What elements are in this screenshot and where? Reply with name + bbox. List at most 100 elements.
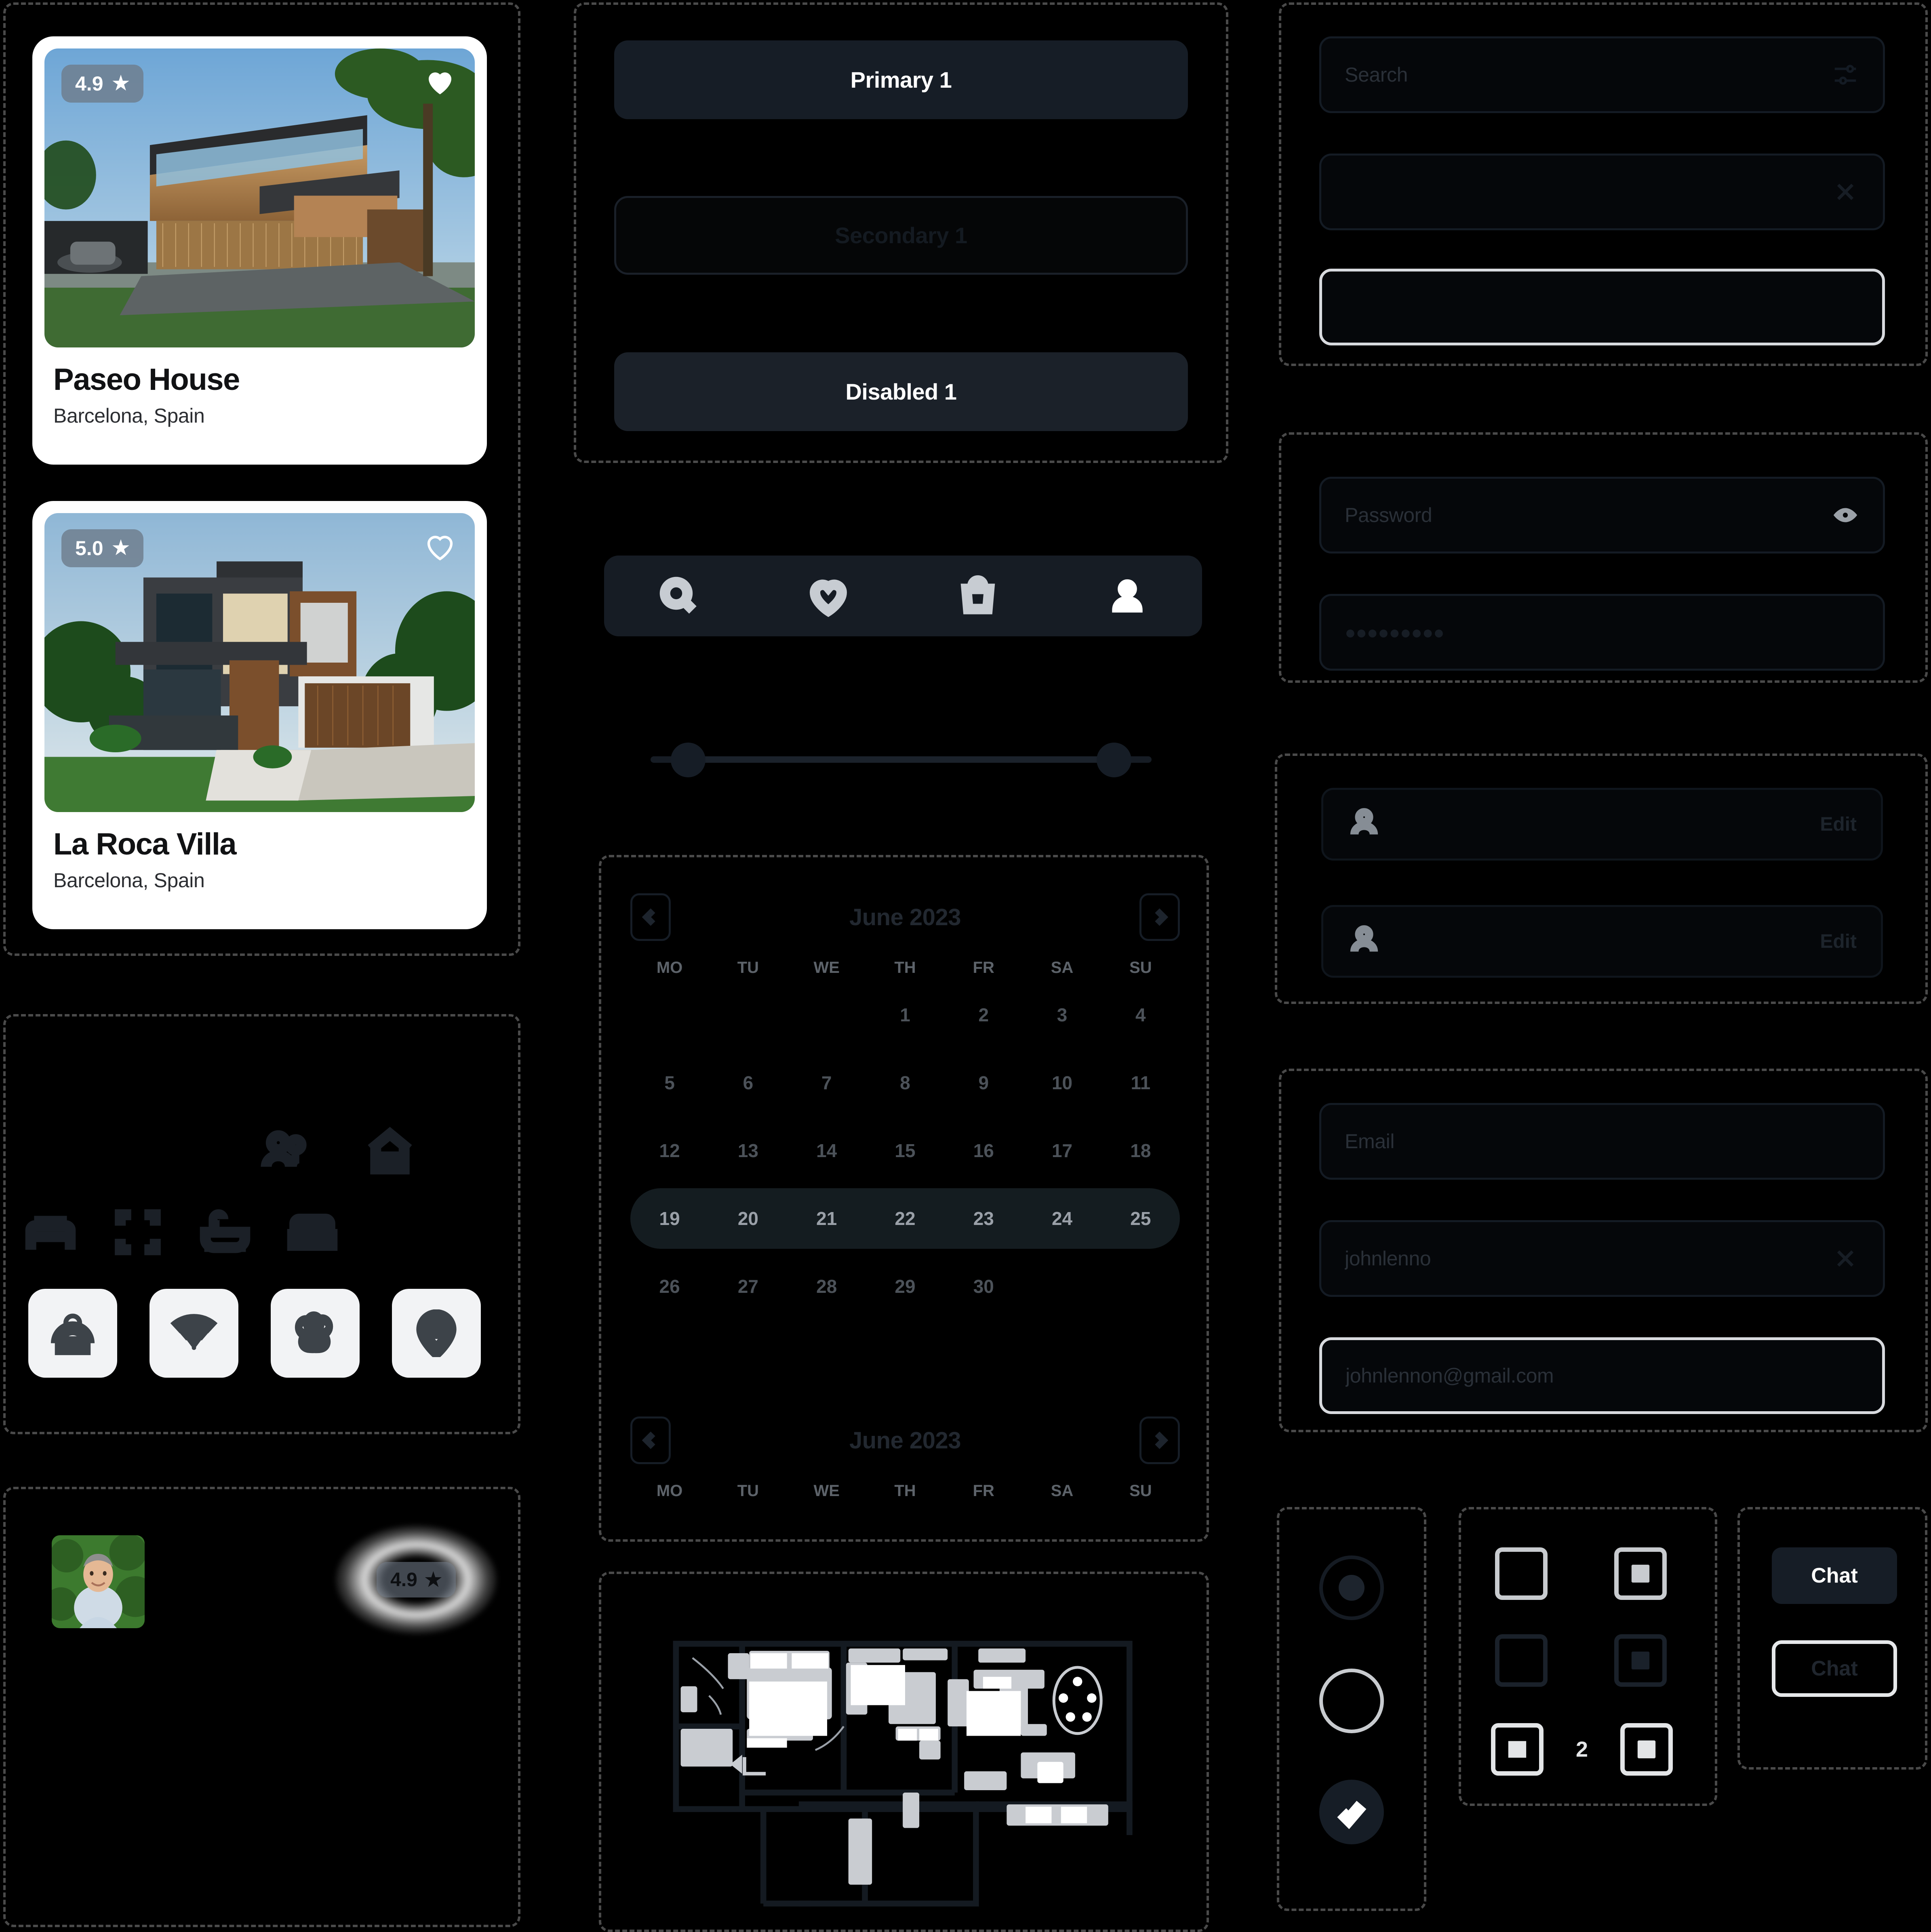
radio-button-unselected[interactable]	[1319, 1669, 1384, 1733]
calendar-day-cell[interactable]: 12	[630, 1117, 709, 1185]
minus-icon	[1508, 1741, 1527, 1758]
amenity-tile-wifi[interactable]	[150, 1289, 238, 1378]
checkbox-checked[interactable]	[1319, 1780, 1384, 1844]
calendar-day-cell[interactable]: 14	[788, 1117, 866, 1185]
tab-bag[interactable]	[948, 566, 1008, 626]
email-value-text: johnlennon@gmail.com	[1346, 1364, 1554, 1387]
checkbox-dark-unchecked[interactable]	[1495, 1634, 1548, 1687]
rating-badge: 4.9 ★	[377, 1562, 456, 1597]
tab-favorites[interactable]	[798, 566, 859, 626]
search-input[interactable]: Search	[1319, 36, 1885, 113]
calendar-day-cell[interactable]: 26	[630, 1252, 709, 1320]
calendar-prev-button[interactable]	[630, 1416, 671, 1464]
calendar-day-cell[interactable]: 18	[1101, 1117, 1180, 1185]
amenity-tile-parking[interactable]	[392, 1289, 481, 1378]
edit-link[interactable]: Edit	[1820, 930, 1857, 953]
amenity-tile-pets[interactable]	[271, 1289, 360, 1378]
calendar-weekday: SA	[1051, 1482, 1074, 1500]
calendar-day-cell[interactable]: 20	[709, 1185, 787, 1252]
calendar-day-cell[interactable]: 6	[709, 1049, 787, 1117]
calendar-day-cell[interactable]: 5	[630, 1049, 709, 1117]
calendar-day-cell[interactable]: 27	[709, 1252, 787, 1320]
calendar-day-cell[interactable]: 21	[788, 1185, 866, 1252]
avatar[interactable]	[52, 1535, 145, 1628]
bag-icon	[960, 575, 995, 615]
calendar-day-cell[interactable]: 1	[866, 981, 944, 1049]
calendar-day-cell[interactable]: 24	[1023, 1185, 1101, 1252]
star-icon: ★	[424, 1569, 442, 1591]
chat-button-solid[interactable]: Chat	[1772, 1547, 1897, 1604]
calendar-weekday: TU	[737, 1482, 759, 1500]
calendar-weekday: SU	[1129, 1482, 1152, 1500]
calendar-day-cell[interactable]: 7	[788, 1049, 866, 1117]
password-masked-input[interactable]: ●●●●●●●●●	[1319, 594, 1885, 671]
focused-input[interactable]	[1319, 269, 1885, 345]
calendar-day-cell[interactable]: 30	[944, 1252, 1023, 1320]
calendar-day-cell[interactable]: 23	[944, 1185, 1023, 1252]
close-x-icon[interactable]	[1831, 178, 1859, 206]
checkbox-light-unchecked[interactable]	[1495, 1547, 1548, 1600]
calendar-header: June 2023	[630, 1414, 1180, 1467]
favorite-heart-button[interactable]	[423, 529, 457, 563]
calendar-day-cell[interactable]: 15	[866, 1117, 944, 1185]
radio-button-selected[interactable]	[1319, 1555, 1384, 1620]
slider-handle-min[interactable]	[670, 743, 705, 777]
stepper-increment-button[interactable]	[1620, 1723, 1673, 1776]
radio-dot	[1339, 1575, 1365, 1601]
calendar-day-cell[interactable]: 16	[944, 1117, 1023, 1185]
clearable-input[interactable]	[1319, 154, 1885, 230]
calendar-day-cell[interactable]: 28	[788, 1252, 866, 1320]
calendar-day-cell[interactable]: 13	[709, 1117, 787, 1185]
edit-link[interactable]: Edit	[1820, 813, 1857, 836]
calendar-next-button[interactable]	[1139, 1416, 1180, 1464]
add-box-light[interactable]	[1614, 1547, 1667, 1600]
calendar-day-cell[interactable]: 22	[866, 1185, 944, 1252]
calendar-day-cell[interactable]: 29	[866, 1252, 944, 1320]
slider-handle-max[interactable]	[1097, 743, 1132, 777]
calendar-day-cell[interactable]: 8	[866, 1049, 944, 1117]
range-slider[interactable]	[651, 735, 1152, 784]
property-card[interactable]: 4.9 ★ Paseo House Barcelona, Spain	[32, 36, 487, 465]
search-icon	[659, 577, 697, 614]
amenity-tile-room-service[interactable]	[28, 1289, 117, 1378]
favorite-heart-button[interactable]	[423, 65, 457, 99]
rating-value: 4.9	[75, 72, 103, 95]
calendar-prev-button[interactable]	[630, 893, 671, 941]
chat-button-outline[interactable]: Chat	[1772, 1640, 1897, 1697]
bottom-tab-bar	[604, 556, 1202, 636]
chevron-right-icon	[1155, 908, 1169, 926]
calendar-day-cell[interactable]: 10	[1023, 1049, 1101, 1117]
username-input[interactable]: johnlenno	[1319, 1220, 1885, 1297]
calendar-day-cell[interactable]: 9	[944, 1049, 1023, 1117]
calendar-weekday-header: MO TU WE TH FR SA SU	[630, 1482, 1180, 1500]
add-box-dark[interactable]	[1614, 1634, 1667, 1687]
password-input[interactable]: Password	[1319, 477, 1885, 554]
tab-profile[interactable]	[1097, 566, 1158, 626]
eye-icon[interactable]	[1831, 501, 1859, 529]
calendar-day-cell[interactable]: 2	[944, 981, 1023, 1049]
calendar-next-button[interactable]	[1139, 893, 1180, 941]
calendar-day-cell[interactable]: 17	[1023, 1117, 1101, 1185]
primary-button[interactable]: Primary 1	[614, 40, 1188, 119]
secondary-button[interactable]: Secondary 1	[614, 196, 1188, 275]
list-item[interactable]: Edit	[1321, 788, 1883, 861]
close-x-icon[interactable]	[1831, 1244, 1859, 1273]
property-location: Barcelona, Spain	[53, 869, 205, 892]
tab-search[interactable]	[649, 566, 709, 626]
email-input[interactable]: Email	[1319, 1103, 1885, 1180]
stepper-decrement-button[interactable]	[1491, 1723, 1544, 1776]
floorplan-diagram[interactable]	[642, 1606, 1168, 1913]
filter-sliders-icon[interactable]	[1831, 61, 1859, 89]
email-value-input[interactable]: johnlennon@gmail.com	[1319, 1337, 1885, 1414]
calendar-day-cell[interactable]: 25	[1101, 1185, 1180, 1252]
list-item[interactable]: Edit	[1321, 905, 1883, 978]
person-icon	[1348, 924, 1381, 959]
calendar-day-cell[interactable]: 11	[1101, 1049, 1180, 1117]
wifi-icon	[170, 1314, 218, 1350]
calendar-weekday: FR	[973, 959, 994, 977]
property-card[interactable]: 5.0 ★ La Roca Villa Barcelona, Spain	[32, 501, 487, 929]
calendar-day-cell[interactable]: 3	[1023, 981, 1101, 1049]
calendar-weekday: TU	[737, 959, 759, 977]
calendar-day-cell[interactable]: 4	[1101, 981, 1180, 1049]
calendar-day-cell[interactable]: 19	[630, 1185, 709, 1252]
